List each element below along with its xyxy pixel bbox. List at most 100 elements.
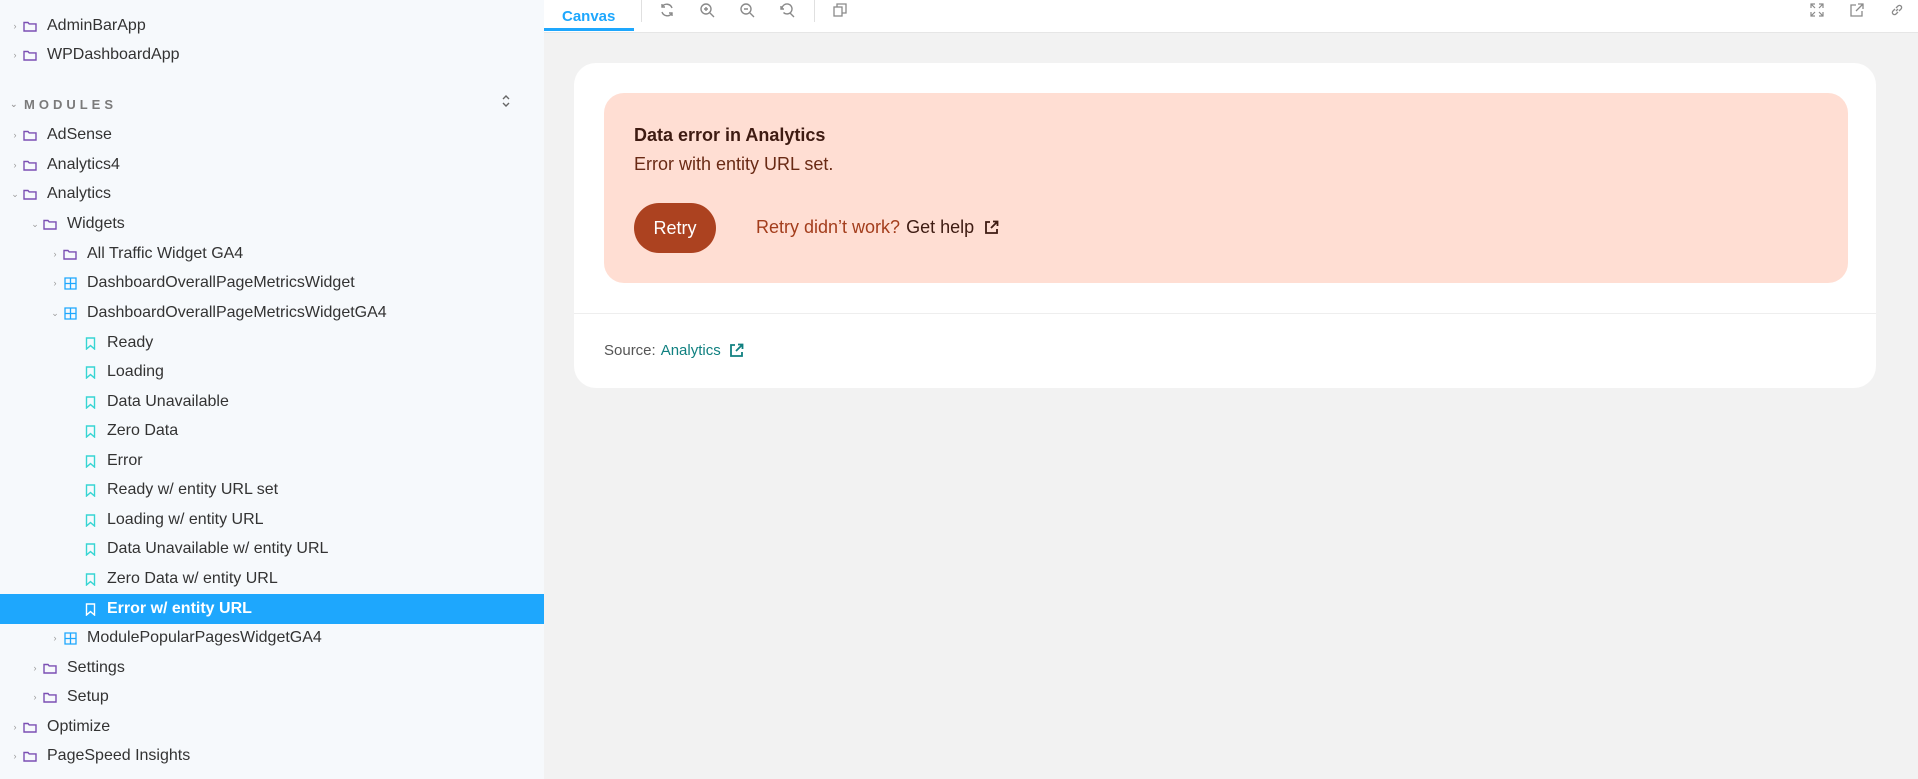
story-zero-data-entity-url[interactable]: Zero Data w/ entity URL [0,564,544,594]
tree-item-label: Setup [67,688,109,705]
section-title-label: MODULES [24,96,117,112]
tree-item-setup[interactable]: › Setup [0,682,544,712]
tree-item-optimize[interactable]: › Optimize [0,712,544,742]
tab-canvas-label: Canvas [562,7,616,25]
bookmark-icon [80,571,100,587]
tree-item-label: AdSense [47,126,112,143]
open-new-tab-icon[interactable] [1844,0,1870,20]
bookmark-icon [80,394,100,410]
copy-link-icon[interactable] [1884,0,1910,20]
chevron-right-icon: › [13,50,17,60]
error-description: Error with entity URL set. [634,154,834,174]
refresh-icon[interactable] [654,0,680,20]
folder-icon [20,47,40,63]
folder-icon [20,18,40,34]
tree-item-label: Ready [107,334,154,351]
bookmark-icon [80,423,100,439]
tree-item-label: DashboardOverallPageMetricsWidgetGA4 [87,304,387,321]
sidebar: › AdminBarApp › WPDashboardApp ⌄ MODULES… [0,0,545,779]
folder-icon [40,216,60,232]
main-panel: Canvas Data error in Analytics Error wit… [544,0,1918,779]
tree-item-label: Analytics4 [47,156,120,173]
folder-icon [20,719,40,735]
tree-item-label: Analytics [47,185,112,202]
tree-item-label: Data Unavailable [107,393,229,410]
chevron-down-icon: ⌄ [11,188,19,199]
card-divider [574,313,1876,314]
chevron-right-icon: › [13,722,17,732]
external-link-icon[interactable] [729,343,744,358]
tree-item-label: AdminBarApp [47,17,146,34]
story-ready-entity-url-set[interactable]: Ready w/ entity URL set [0,475,544,505]
tree-item-label: WPDashboardApp [47,46,180,63]
chevron-right-icon: › [13,751,17,761]
chevron-right-icon: › [33,692,37,702]
tree-item-label: DashboardOverallPageMetricsWidget [87,274,355,291]
tree-item-label: PageSpeed Insights [47,747,191,764]
retry-button[interactable]: Retry [634,203,716,253]
get-help-link[interactable]: Get help [906,217,974,238]
tree-item-pagespeed-insights[interactable]: › PageSpeed Insights [0,741,544,771]
tree-item-adsense[interactable]: › AdSense [0,120,544,150]
grid-icon[interactable] [827,0,853,20]
tree-item-module-popular-pages-widget-ga4[interactable]: › ModulePopularPagesWidgetGA4 [0,623,544,653]
chevron-right-icon: › [53,633,57,643]
zoom-out-icon[interactable] [734,0,760,20]
story-data-unavailable[interactable]: Data Unavailable [0,387,544,417]
tree-item-label: Settings [67,659,125,676]
chevron-right-icon: › [53,278,57,288]
tree-item-label: ModulePopularPagesWidgetGA4 [87,629,322,646]
story-data-unavailable-entity-url[interactable]: Data Unavailable w/ entity URL [0,534,544,564]
error-notice: Data error in Analytics Error with entit… [604,93,1848,283]
source-footer: Source: Analytics [604,342,744,359]
chevron-down-icon: ⌄ [51,307,59,318]
folder-icon [20,127,40,143]
tree-item-label: Loading w/ entity URL [107,511,264,528]
tree-item-label: Data Unavailable w/ entity URL [107,540,329,557]
source-link[interactable]: Analytics [661,342,721,359]
tree-item-all-traffic-widget-ga4[interactable]: › All Traffic Widget GA4 [0,239,544,269]
story-ready[interactable]: Ready [0,328,544,358]
folder-icon [20,157,40,173]
story-error-entity-url[interactable]: Error w/ entity URL [0,594,544,624]
story-loading[interactable]: Loading [0,357,544,387]
story-error[interactable]: Error [0,446,544,476]
bookmark-icon [80,453,100,469]
story-loading-entity-url[interactable]: Loading w/ entity URL [0,505,544,535]
chevron-right-icon: › [33,663,37,673]
bookmark-icon [80,512,100,528]
source-label: Source: [604,342,656,359]
tree-item-settings[interactable]: › Settings [0,653,544,683]
tree-item-analytics[interactable]: ⌄ Analytics [0,179,544,209]
tree-item-label: Zero Data [107,422,179,439]
bookmark-icon [80,482,100,498]
zoom-in-icon[interactable] [694,0,720,20]
section-title-modules[interactable]: ⌄ MODULES [10,94,117,114]
tree-item-label: Ready w/ entity URL set [107,481,279,498]
tree-item-label: Error w/ entity URL [107,600,252,617]
widget-card: Data error in Analytics Error with entit… [574,63,1876,388]
folder-icon [20,186,40,202]
fullscreen-icon[interactable] [1804,0,1830,20]
chevron-right-icon: › [13,130,17,140]
expand-collapse-icon[interactable] [498,91,514,111]
tree-item-adminbarapp[interactable]: › AdminBarApp [0,11,544,41]
reset-zoom-icon[interactable] [774,0,800,20]
tree-item-wpdashboardapp[interactable]: › WPDashboardApp [0,40,544,70]
tree-item-analytics4[interactable]: › Analytics4 [0,150,544,180]
chevron-right-icon: › [13,160,17,170]
tree-item-widgets[interactable]: ⌄ Widgets [0,209,544,239]
story-zero-data[interactable]: Zero Data [0,416,544,446]
tree-item-dashboard-overall-page-metrics-widget-ga4[interactable]: ⌄ DashboardOverallPageMetricsWidgetGA4 [0,298,544,328]
tree-item-dashboard-overall-page-metrics-widget[interactable]: › DashboardOverallPageMetricsWidget [0,268,544,298]
chevron-down-icon: ⌄ [10,98,18,109]
toolbar-divider [641,0,642,22]
chevron-down-icon: ⌄ [31,218,39,229]
folder-icon [60,246,80,262]
component-icon [60,305,80,321]
external-link-icon[interactable] [984,220,999,235]
chevron-right-icon: › [53,249,57,259]
tree-item-label: Widgets [67,215,125,232]
folder-icon [40,660,60,676]
retry-help: Retry didn’t work? Get help [756,217,999,238]
